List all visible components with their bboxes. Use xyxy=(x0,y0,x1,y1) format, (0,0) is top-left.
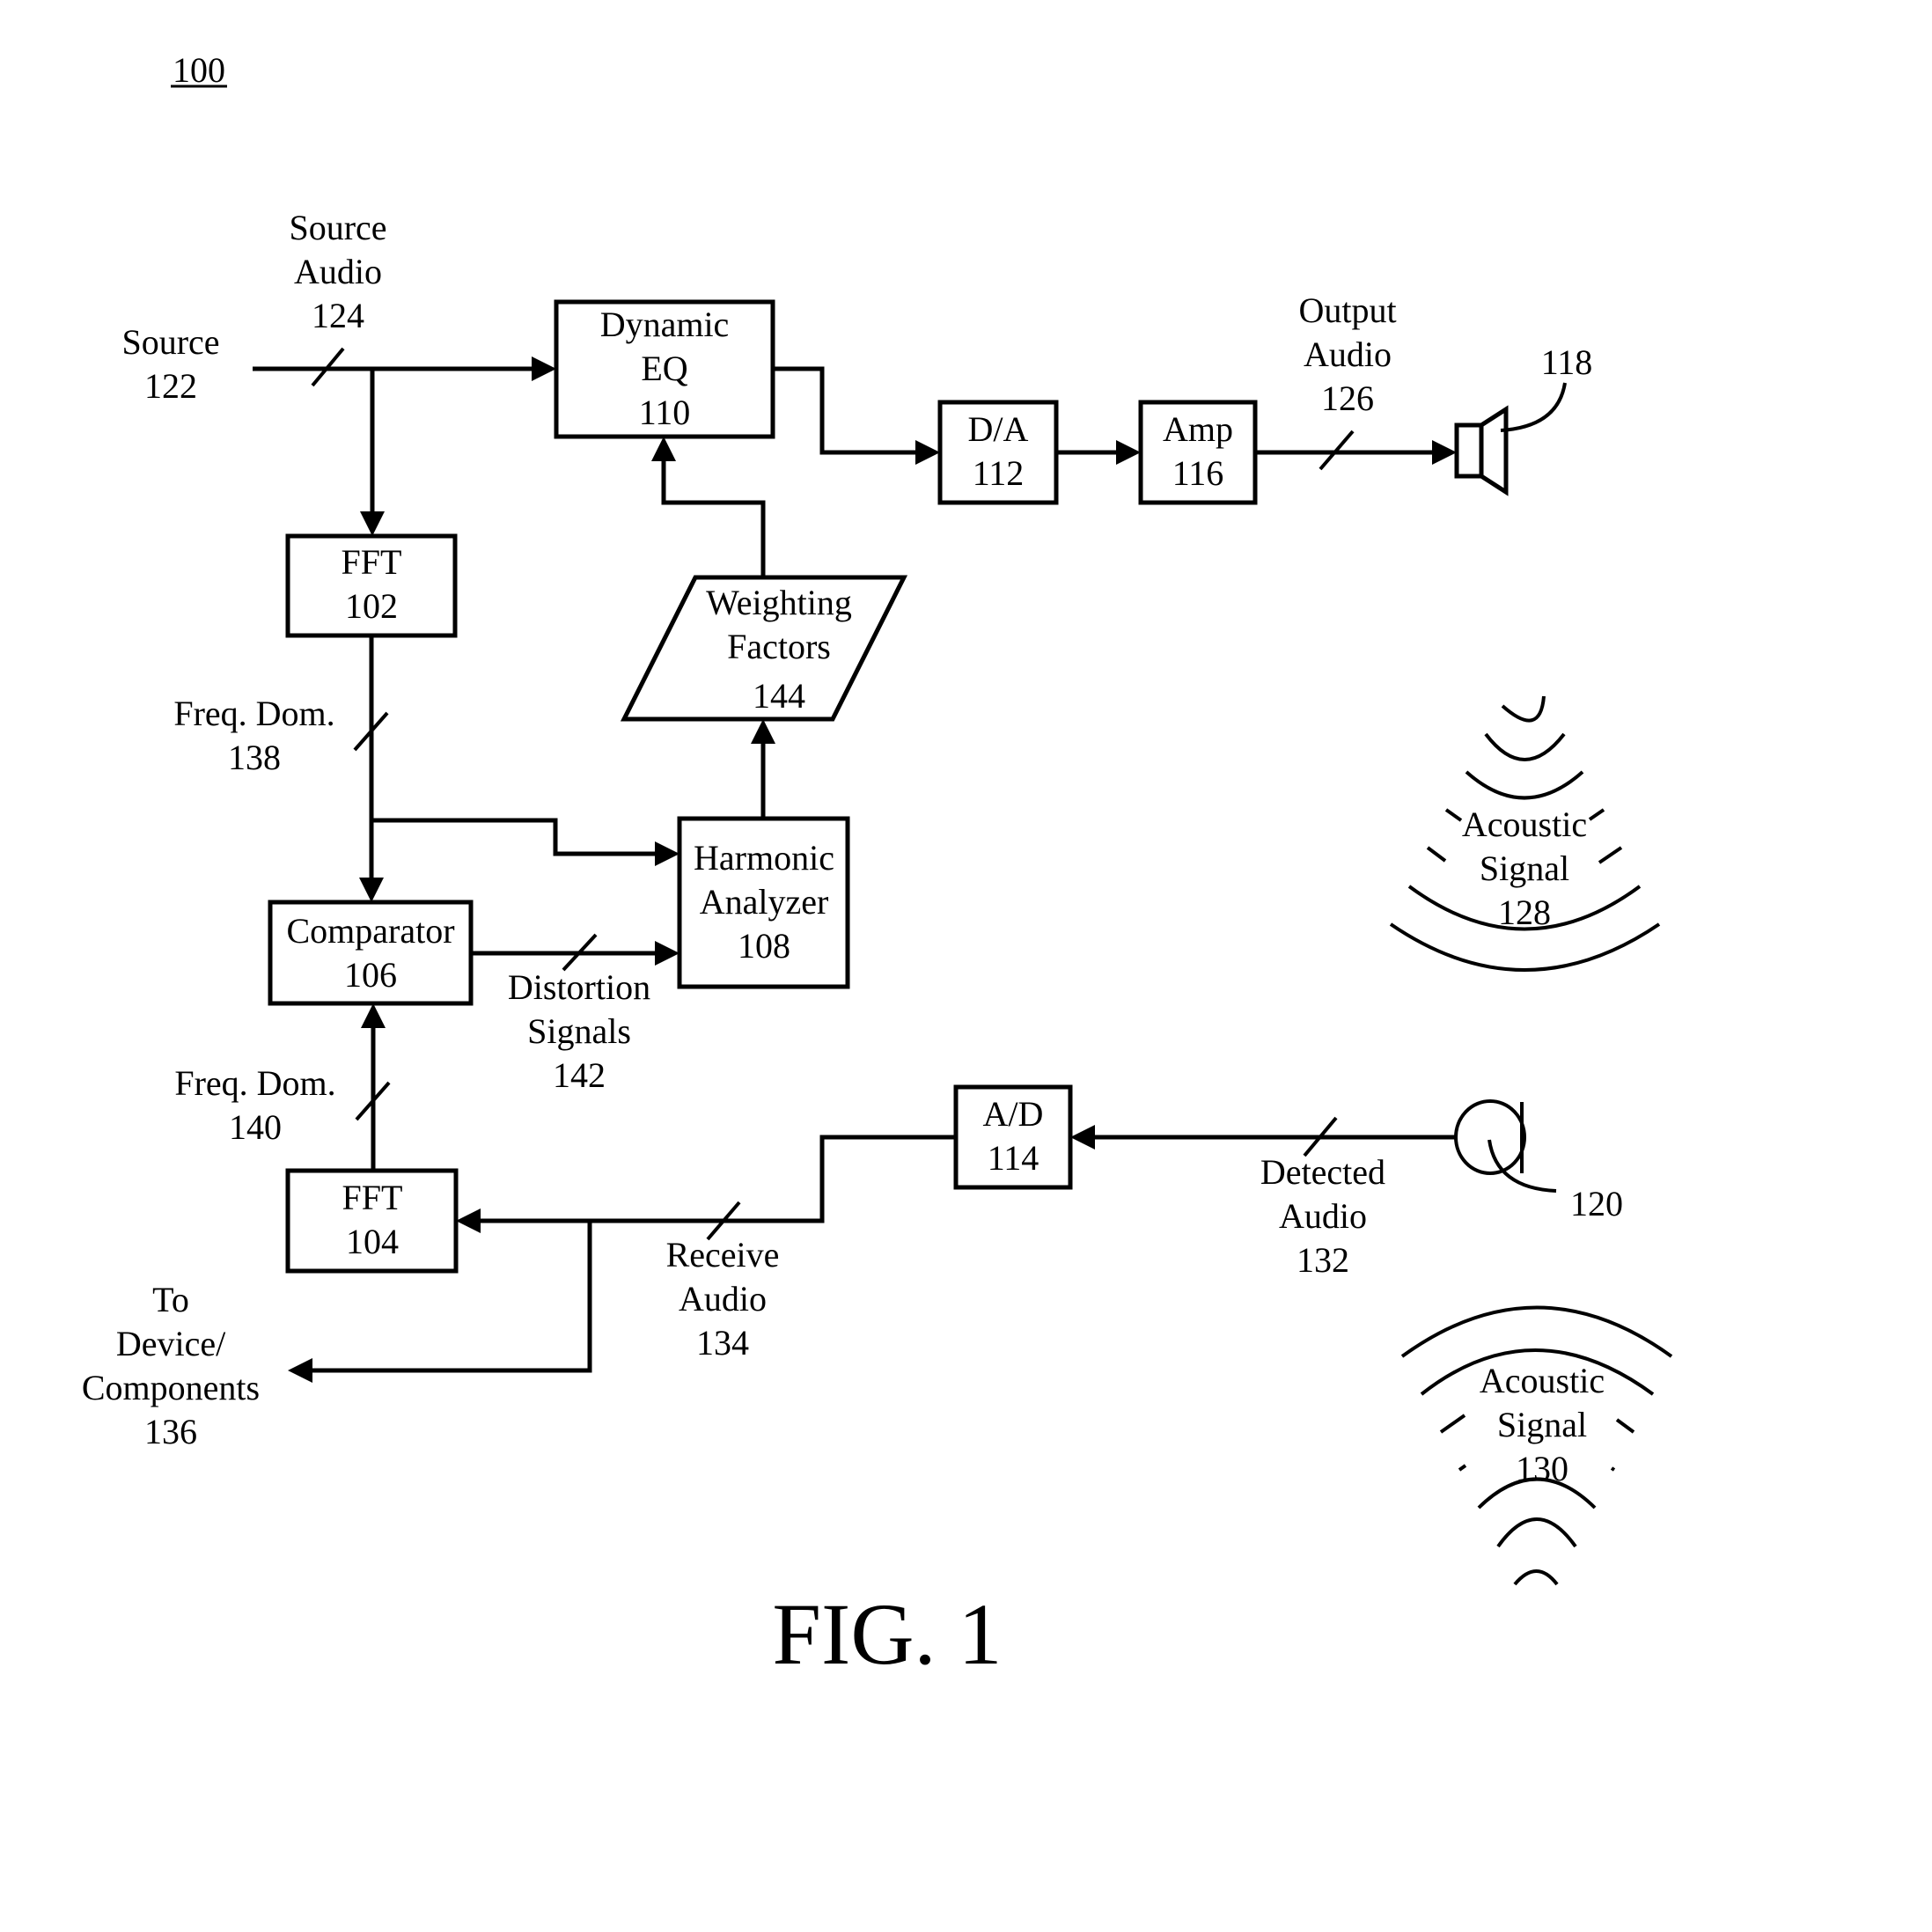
arrow-to-weighting xyxy=(751,719,775,744)
figure-caption: FIG. 1 xyxy=(772,1585,1002,1683)
svg-text:134: 134 xyxy=(696,1323,749,1363)
arrow-to-fft102 xyxy=(360,511,385,536)
svg-text:Signals: Signals xyxy=(527,1011,631,1051)
svg-text:138: 138 xyxy=(228,738,281,777)
label-receive-audio: Receive Audio 134 xyxy=(666,1235,780,1363)
block-dynamic-eq: Dynamic EQ 110 xyxy=(554,299,775,439)
svg-text:Acoustic: Acoustic xyxy=(1480,1361,1605,1400)
label-acoustic-signal-130: Acoustic Signal 130 xyxy=(1480,1361,1605,1488)
svg-text:116: 116 xyxy=(1172,453,1224,493)
svg-text:Source: Source xyxy=(289,208,386,247)
svg-text:136: 136 xyxy=(144,1412,197,1451)
speaker-icon xyxy=(1454,405,1509,496)
svg-text:Factors: Factors xyxy=(727,627,831,666)
label-source-audio: Source Audio 124 xyxy=(289,208,386,335)
svg-text:Analyzer: Analyzer xyxy=(700,882,829,922)
svg-text:130: 130 xyxy=(1516,1449,1568,1488)
receive-audio-line xyxy=(475,1135,956,1223)
label-output-audio: Output Audio 126 xyxy=(1298,290,1396,418)
block-da: D/A 112 xyxy=(937,400,1059,505)
label-to-device-components: To Device/ Components 136 xyxy=(82,1280,260,1451)
label-freq-dom-140: Freq. Dom. 140 xyxy=(174,1063,335,1147)
freq-dom-to-harmonic-line xyxy=(371,818,660,856)
block-comparator: Comparator 106 xyxy=(268,900,474,1006)
svg-text:112: 112 xyxy=(973,453,1025,493)
block-weighting-factors: Weighting Factors 144 xyxy=(620,575,908,722)
block-diagram: 100 Source 122 Source Audio 124 Dynamic … xyxy=(82,50,1673,1683)
svg-text:D/A: D/A xyxy=(968,409,1029,449)
label-freq-dom-138: Freq. Dom. 138 xyxy=(173,694,334,777)
microphone-icon xyxy=(1454,1099,1526,1175)
svg-text:142: 142 xyxy=(553,1055,606,1095)
block-fft-104: FFT 104 xyxy=(285,1168,459,1274)
svg-text:Audio: Audio xyxy=(679,1279,767,1319)
svg-text:140: 140 xyxy=(229,1107,282,1147)
svg-text:Source: Source xyxy=(121,322,219,362)
arrow-to-fft104 xyxy=(456,1208,481,1233)
svg-text:Device/: Device/ xyxy=(116,1324,226,1363)
svg-text:Receive: Receive xyxy=(666,1235,780,1275)
speaker-leader-line xyxy=(1500,382,1567,432)
svg-text:Signal: Signal xyxy=(1497,1405,1587,1444)
arrow-to-ad xyxy=(1070,1125,1095,1150)
svg-text:Harmonic: Harmonic xyxy=(694,838,834,878)
svg-text:Comparator: Comparator xyxy=(286,911,454,951)
svg-text:128: 128 xyxy=(1498,893,1551,932)
svg-text:Freq. Dom.: Freq. Dom. xyxy=(173,694,334,733)
svg-text:Distortion: Distortion xyxy=(508,967,650,1007)
svg-text:106: 106 xyxy=(344,955,397,995)
label-source: Source 122 xyxy=(121,322,219,406)
svg-text:Audio: Audio xyxy=(1279,1196,1367,1236)
block-ad: A/D 114 xyxy=(953,1084,1073,1190)
svg-text:Dynamic: Dynamic xyxy=(600,305,730,344)
mic-ref: 120 xyxy=(1570,1184,1623,1223)
arrow-to-harmonic-top xyxy=(655,841,680,866)
svg-text:FFT: FFT xyxy=(342,542,402,582)
svg-text:104: 104 xyxy=(346,1222,399,1261)
acoustic-signal-130-icon xyxy=(1400,1305,1673,1586)
svg-text:Freq. Dom.: Freq. Dom. xyxy=(174,1063,335,1103)
svg-text:122: 122 xyxy=(144,366,197,406)
label-acoustic-signal-128: Acoustic Signal 128 xyxy=(1462,804,1587,932)
svg-text:Weighting: Weighting xyxy=(706,583,852,622)
svg-text:Audio: Audio xyxy=(294,252,382,291)
svg-text:Amp: Amp xyxy=(1163,409,1233,449)
block-fft-102: FFT 102 xyxy=(285,533,458,638)
weighting-to-eq-line xyxy=(661,458,766,577)
svg-text:108: 108 xyxy=(738,926,790,966)
arrow-to-comparator-bottom xyxy=(361,1003,386,1028)
svg-text:Signal: Signal xyxy=(1480,848,1569,888)
speaker-ref: 118 xyxy=(1541,342,1593,382)
svg-text:144: 144 xyxy=(753,676,805,716)
svg-text:124: 124 xyxy=(312,296,364,335)
svg-text:102: 102 xyxy=(345,586,398,626)
svg-text:Acoustic: Acoustic xyxy=(1462,804,1587,844)
arrow-to-amp xyxy=(1116,440,1141,465)
svg-text:Detected: Detected xyxy=(1260,1152,1385,1192)
svg-text:114: 114 xyxy=(988,1138,1039,1178)
svg-text:Audio: Audio xyxy=(1304,334,1392,374)
svg-text:To: To xyxy=(152,1280,189,1319)
figure-ref: 100 xyxy=(173,50,225,90)
arrow-to-eq-bottom xyxy=(651,437,676,461)
svg-text:Output: Output xyxy=(1298,290,1396,330)
label-detected-audio: Detected Audio 132 xyxy=(1260,1152,1385,1280)
arrow-to-da xyxy=(915,440,940,465)
block-amp: Amp 116 xyxy=(1138,400,1258,505)
arrow-to-harmonic-bottom xyxy=(655,941,680,966)
svg-text:FFT: FFT xyxy=(342,1178,403,1217)
svg-text:EQ: EQ xyxy=(641,349,687,388)
label-distortion-signals: Distortion Signals 142 xyxy=(508,967,650,1095)
svg-text:A/D: A/D xyxy=(983,1094,1044,1134)
block-harmonic-analyzer: Harmonic Analyzer 108 xyxy=(677,816,850,989)
eq-to-da-line xyxy=(773,366,920,455)
svg-text:132: 132 xyxy=(1297,1240,1349,1280)
arrow-to-comparator-top xyxy=(359,878,384,902)
arrow-to-eq xyxy=(532,356,556,381)
svg-text:Components: Components xyxy=(82,1368,260,1407)
arrow-to-device xyxy=(288,1358,312,1383)
svg-text:126: 126 xyxy=(1321,378,1374,418)
svg-text:110: 110 xyxy=(639,393,691,432)
arrow-to-speaker xyxy=(1432,440,1457,465)
